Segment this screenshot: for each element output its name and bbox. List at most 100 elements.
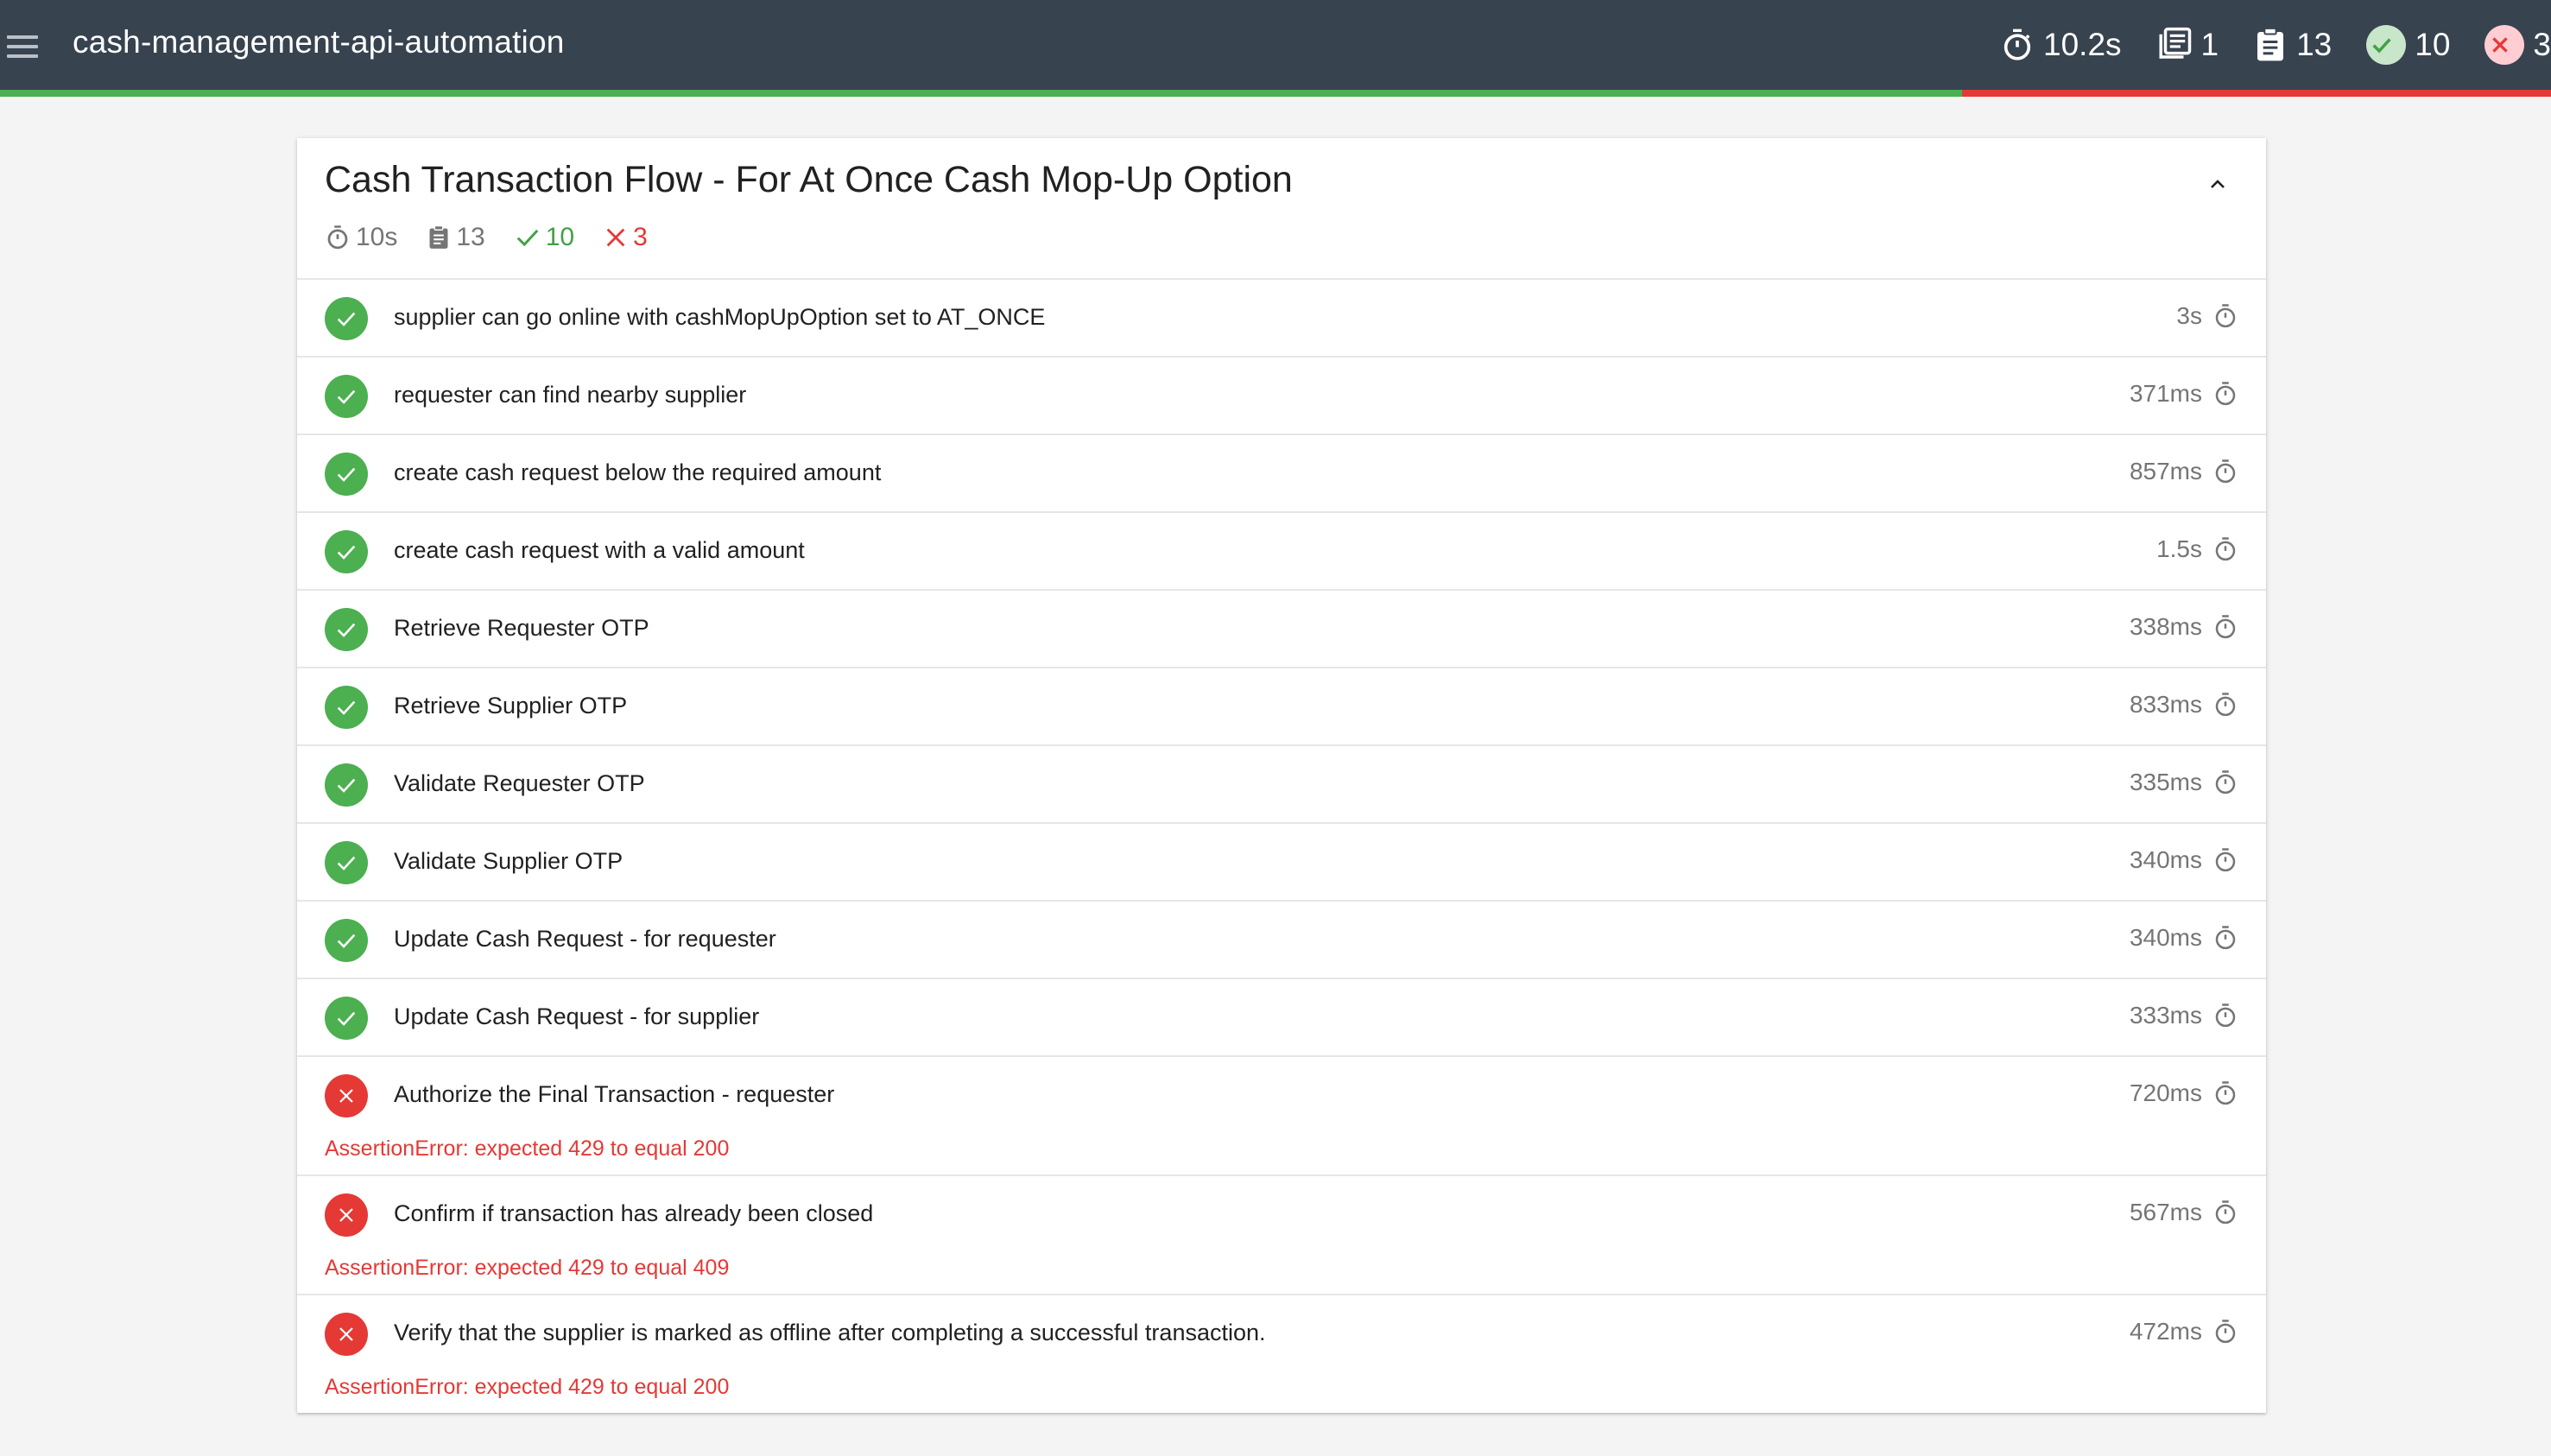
- test-duration: 340ms: [2130, 924, 2238, 952]
- report-title: cash-management-api-automation: [73, 24, 565, 60]
- chevron-up-icon[interactable]: [2200, 168, 2235, 202]
- stopwatch-icon: [2215, 304, 2236, 328]
- test-row[interactable]: Update Cash Request - for requester 340m…: [297, 902, 2266, 979]
- x-circle-icon: [325, 1193, 368, 1237]
- report-stats: 10.2s 1 13 10 3: [1965, 19, 2551, 71]
- check-circle-icon: [325, 297, 368, 340]
- test-title[interactable]: Update Cash Request - for requester: [394, 926, 776, 953]
- test-row[interactable]: create cash request with a valid amount …: [297, 513, 2266, 591]
- test-duration-value: 340ms: [2129, 846, 2202, 873]
- test-row[interactable]: requester can find nearby supplier 371ms: [297, 358, 2266, 435]
- suite-title: Cash Transaction Flow - For At Once Cash…: [325, 159, 1293, 200]
- stat-tests-value: 13: [2296, 27, 2333, 62]
- stat-tests[interactable]: 13: [2253, 27, 2332, 63]
- test-duration-value: 340ms: [2129, 924, 2202, 951]
- progress-failures: [1962, 90, 2551, 97]
- stat-passes[interactable]: 10: [2366, 25, 2450, 65]
- x-circle-icon: [2485, 25, 2525, 65]
- check-circle-icon: [325, 841, 368, 884]
- stat-failures[interactable]: 3: [2485, 25, 2551, 65]
- test-duration: 857ms: [2130, 458, 2238, 485]
- suite-duration: 10s: [325, 223, 397, 252]
- stat-suites-value: 1: [2200, 27, 2219, 62]
- test-row[interactable]: supplier can go online with cashMopUpOpt…: [297, 280, 2266, 358]
- suite-passes-value: 10: [545, 223, 575, 251]
- error-message: AssertionError: expected 429 to equal 40…: [325, 1256, 730, 1280]
- test-duration-value: 3s: [2176, 302, 2202, 329]
- test-duration-value: 567ms: [2129, 1199, 2202, 1225]
- test-title[interactable]: Authorize the Final Transaction - reques…: [394, 1081, 834, 1108]
- test-title[interactable]: Validate Supplier OTP: [394, 848, 623, 875]
- suite-stats: 10s 13 10 3: [325, 223, 677, 252]
- stopwatch-icon: [2215, 615, 2236, 639]
- test-duration-value: 335ms: [2129, 769, 2202, 795]
- stopwatch-icon: [2215, 1320, 2236, 1344]
- suite-failures-value: 3: [633, 223, 648, 251]
- test-duration: 338ms: [2130, 613, 2238, 641]
- stopwatch-icon: [2215, 1003, 2236, 1028]
- test-row[interactable]: Retrieve Supplier OTP 833ms: [297, 668, 2266, 746]
- clipboard-icon: [429, 225, 448, 249]
- pass-fail-progress-bar: [0, 90, 2551, 97]
- suite-duration-value: 10s: [356, 223, 398, 251]
- test-duration: 833ms: [2130, 691, 2238, 719]
- suite-tests: 13: [427, 223, 485, 252]
- test-title[interactable]: create cash request below the required a…: [394, 459, 881, 486]
- test-title[interactable]: Validate Requester OTP: [394, 770, 645, 797]
- test-list: supplier can go online with cashMopUpOpt…: [297, 280, 2266, 1415]
- test-row[interactable]: Validate Requester OTP 335ms: [297, 746, 2266, 824]
- suite-tests-value: 13: [456, 223, 485, 251]
- test-duration-value: 338ms: [2129, 613, 2202, 640]
- test-title[interactable]: create cash request with a valid amount: [394, 537, 805, 564]
- test-row[interactable]: Authorize the Final Transaction - reques…: [297, 1057, 2266, 1176]
- suite-card: Cash Transaction Flow - For At Once Cash…: [297, 138, 2266, 1413]
- progress-passes: [0, 90, 1963, 97]
- test-duration-value: 857ms: [2129, 458, 2202, 484]
- test-duration: 1.5s: [2156, 535, 2238, 563]
- stopwatch-icon: [2215, 848, 2236, 872]
- test-row[interactable]: create cash request below the required a…: [297, 435, 2266, 513]
- test-row[interactable]: Validate Supplier OTP 340ms: [297, 824, 2266, 902]
- stat-duration-value: 10.2s: [2043, 27, 2122, 62]
- error-message: AssertionError: expected 429 to equal 20…: [325, 1375, 730, 1399]
- check-circle-icon: [325, 919, 368, 962]
- test-row[interactable]: Verify that the supplier is marked as of…: [297, 1295, 2266, 1415]
- test-row[interactable]: Update Cash Request - for supplier 333ms: [297, 979, 2266, 1057]
- stat-passes-value: 10: [2415, 27, 2451, 62]
- test-duration: 472ms: [2130, 1318, 2238, 1345]
- stat-suites[interactable]: 1: [2156, 27, 2219, 63]
- stopwatch-icon: [2003, 28, 2031, 60]
- test-title[interactable]: Update Cash Request - for supplier: [394, 1003, 759, 1030]
- stat-duration[interactable]: 10.2s: [2000, 27, 2122, 63]
- check-circle-icon: [325, 608, 368, 651]
- test-title[interactable]: requester can find nearby supplier: [394, 382, 746, 408]
- test-duration-value: 720ms: [2129, 1079, 2202, 1106]
- close-icon: [606, 228, 625, 247]
- test-duration-value: 472ms: [2129, 1318, 2202, 1345]
- stopwatch-icon: [2215, 770, 2236, 794]
- check-circle-icon: [325, 686, 368, 729]
- test-row[interactable]: Retrieve Requester OTP 338ms: [297, 591, 2266, 668]
- check-circle-icon: [325, 530, 368, 573]
- x-circle-icon: [325, 1074, 368, 1117]
- check-circle-icon: [325, 763, 368, 807]
- stopwatch-icon: [2215, 1200, 2236, 1225]
- clipboard-icon: [2257, 27, 2284, 61]
- test-row[interactable]: Confirm if transaction has already been …: [297, 1176, 2266, 1295]
- stopwatch-icon: [2215, 382, 2236, 406]
- check-circle-icon: [2366, 25, 2407, 65]
- test-duration-value: 833ms: [2129, 691, 2202, 718]
- hamburger-menu-icon[interactable]: [7, 29, 41, 64]
- error-message: AssertionError: expected 429 to equal 20…: [325, 1136, 730, 1161]
- test-title[interactable]: supplier can go online with cashMopUpOpt…: [394, 304, 1045, 331]
- test-title[interactable]: Retrieve Requester OTP: [394, 615, 649, 642]
- check-icon: [516, 229, 539, 247]
- test-title[interactable]: Retrieve Supplier OTP: [394, 693, 627, 719]
- test-title[interactable]: Confirm if transaction has already been …: [394, 1200, 873, 1227]
- stopwatch-icon: [327, 225, 348, 250]
- test-duration-value: 333ms: [2129, 1002, 2202, 1029]
- test-title[interactable]: Verify that the supplier is marked as of…: [394, 1320, 1266, 1346]
- x-circle-icon: [325, 1313, 368, 1356]
- test-duration: 3s: [2176, 302, 2238, 330]
- test-duration-value: 371ms: [2129, 380, 2202, 407]
